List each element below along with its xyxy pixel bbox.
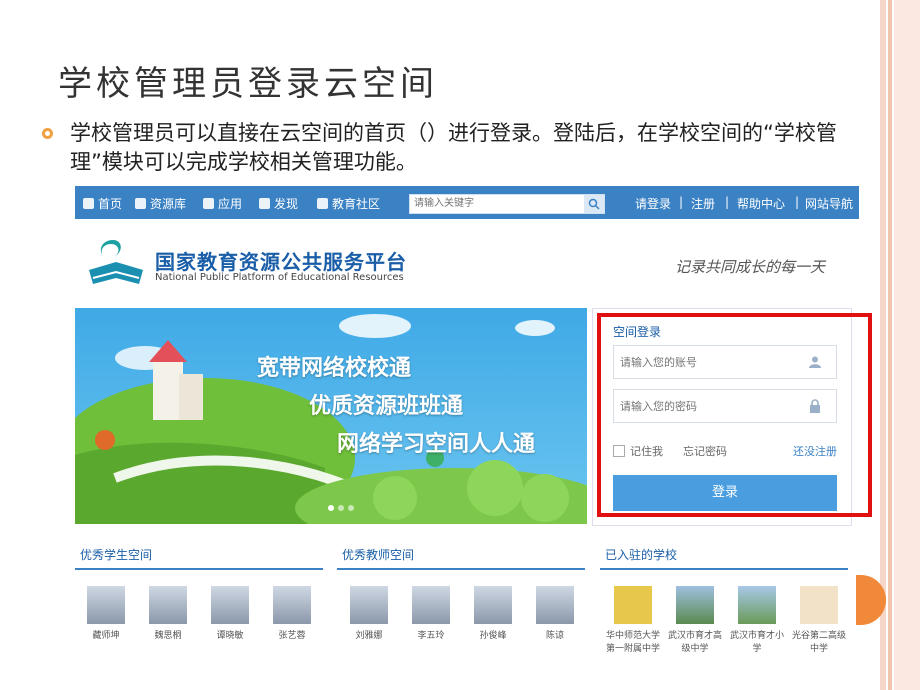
nav-home-label: 首页	[98, 197, 123, 211]
banner-line-1: 宽带网络校校通	[257, 356, 412, 381]
section-title-schools[interactable]: 已入驻的学校	[605, 546, 677, 563]
logo-en: National Public Platform of Educational …	[155, 272, 404, 283]
list-item[interactable]: 藏师坤	[86, 586, 126, 641]
school-photo	[738, 586, 776, 624]
section-divider	[75, 568, 323, 570]
nav-apps-label: 应用	[218, 197, 243, 211]
nav-home[interactable]: 首页	[83, 195, 122, 212]
avatar	[211, 586, 249, 624]
avatar	[87, 586, 125, 624]
login-highlight-frame	[597, 313, 872, 517]
list-item[interactable]: 魏思桐	[148, 586, 188, 641]
nav-apps[interactable]: 应用	[203, 195, 242, 212]
chat-icon	[317, 198, 328, 209]
list-item[interactable]: 孙俊峰	[473, 586, 513, 641]
nav-separator: |	[679, 195, 684, 209]
section-title-teachers[interactable]: 优秀教师空间	[342, 546, 414, 563]
list-item[interactable]: 华中师范大学第一附属中学	[603, 586, 663, 654]
list-item[interactable]: 刘雅娜	[349, 586, 389, 641]
list-item[interactable]: 光谷第二高级中学	[789, 586, 849, 654]
list-item[interactable]: 武汉市育才高级中学	[665, 586, 725, 654]
list-item[interactable]: 李五玲	[411, 586, 451, 641]
slide-title: 学校管理员登录云空间	[58, 64, 438, 104]
slogan: 记录共同成长的每一天	[675, 258, 826, 276]
avatar	[350, 586, 388, 624]
person-name: 刘雅娜	[355, 631, 383, 641]
sitemap-link[interactable]: 网站导航	[805, 195, 853, 212]
nav-community[interactable]: 教育社区	[317, 195, 380, 212]
nav-community-label: 教育社区	[332, 197, 381, 211]
avatar	[536, 586, 574, 624]
school-logo	[614, 586, 652, 624]
person-name: 陈谅	[545, 631, 564, 641]
banner-line-2: 优质资源班班通	[309, 394, 464, 419]
nav-resources[interactable]: 资源库	[135, 195, 186, 212]
logo-icon	[89, 240, 143, 284]
nav-discover-label: 发现	[274, 197, 299, 211]
school-photo	[676, 586, 714, 624]
library-icon	[135, 198, 146, 209]
avatar	[474, 586, 512, 624]
compass-icon	[259, 198, 270, 209]
site-logo[interactable]: 国家教育资源公共服务平台 National Public Platform of…	[83, 234, 406, 294]
list-item[interactable]: 谭晓敏	[210, 586, 250, 641]
register-link[interactable]: 注册	[691, 195, 715, 212]
avatar	[273, 586, 311, 624]
person-name: 谭晓敏	[216, 631, 244, 641]
list-item[interactable]: 武汉市育才小学	[727, 586, 787, 654]
person-name: 藏师坤	[92, 631, 120, 641]
banner-line-3: 网络学习空间人人通	[337, 432, 536, 457]
avatar	[149, 586, 187, 624]
nav-separator: |	[795, 195, 800, 209]
person-name: 李五玲	[417, 631, 445, 641]
school-name: 武汉市育才高级中学	[667, 631, 722, 654]
nav-separator: |	[725, 195, 730, 209]
section-divider	[600, 568, 848, 570]
help-link[interactable]: 帮助中心	[737, 195, 785, 212]
slide-decoration	[880, 0, 920, 690]
nav-discover[interactable]: 发现	[259, 195, 298, 212]
person-name: 魏思桐	[154, 631, 182, 641]
person-name: 孙俊峰	[479, 631, 507, 641]
search-button[interactable]	[584, 195, 604, 213]
list-item[interactable]: 张艺蓉	[272, 586, 312, 641]
top-navbar: 首页 资源库 应用 发现 教育社区 请登录 | 注册 | 帮助中心 |	[75, 186, 859, 219]
slide-body: 学校管理员可以直接在云空间的首页（）进行登录。登陆后，在学校空间的“学校管理”模…	[70, 121, 837, 174]
school-name: 华中师范大学第一附属中学	[605, 631, 660, 654]
avatar	[412, 586, 450, 624]
bullet-icon	[42, 128, 53, 139]
search-icon	[588, 198, 600, 210]
section-title-students[interactable]: 优秀学生空间	[80, 546, 152, 563]
login-link[interactable]: 请登录	[635, 195, 671, 212]
hero-banner[interactable]: 宽带网络校校通 优质资源班班通 网络学习空间人人通	[75, 308, 587, 524]
grid-icon	[203, 198, 214, 209]
school-logo	[800, 586, 838, 624]
section-divider	[337, 568, 585, 570]
logo-cn: 国家教育资源公共服务平台	[155, 250, 407, 274]
search-box[interactable]	[409, 194, 605, 214]
person-name: 张艺蓉	[278, 631, 306, 641]
search-input[interactable]	[410, 195, 588, 212]
nav-resources-label: 资源库	[150, 197, 187, 211]
home-icon	[83, 198, 94, 209]
list-item[interactable]: 陈谅	[535, 586, 575, 641]
school-name: 武汉市育才小学	[729, 631, 784, 654]
school-name: 光谷第二高级中学	[791, 631, 846, 654]
